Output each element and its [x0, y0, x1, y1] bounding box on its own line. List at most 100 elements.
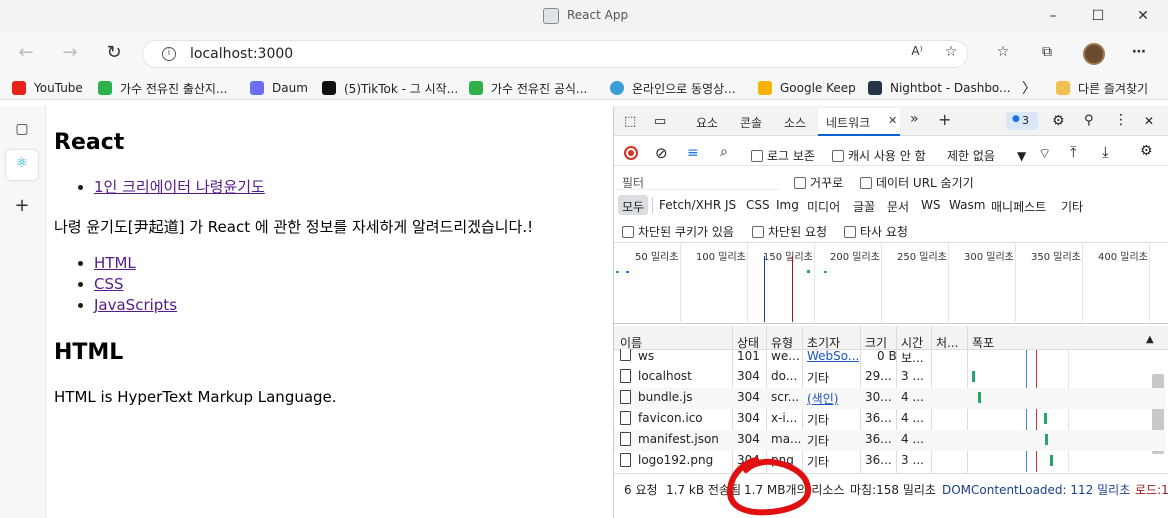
bookmark-google-keep[interactable]: Google Keep — [758, 79, 856, 97]
sort-up-icon[interactable]: ▲ — [1146, 334, 1154, 345]
import-har-icon[interactable]: ⤒ — [1070, 143, 1077, 161]
nightbot-icon — [868, 81, 882, 95]
close-tab-icon[interactable]: ✕ — [888, 114, 897, 127]
tab-console[interactable]: 콘솔 — [740, 114, 762, 131]
grid-line — [948, 242, 949, 322]
settings-gear-icon[interactable]: ⚙ — [1052, 113, 1065, 129]
bookmark-item[interactable]: 온라인으로 동영상... — [610, 79, 736, 97]
tab-network[interactable]: 네트워크 — [826, 114, 870, 131]
table-row[interactable]: logo192.png 304 png 기타 36... 3 ... — [614, 451, 1166, 472]
bookmark-item[interactable]: 가수 전유진 출산지... — [98, 79, 227, 97]
type-manifest[interactable]: 매니페스트 — [991, 198, 1046, 215]
forward-arrow-icon[interactable]: → — [58, 43, 82, 65]
bookmark-daum[interactable]: Daum — [250, 79, 308, 97]
type-media[interactable]: 미디어 — [807, 198, 840, 215]
back-arrow-icon[interactable]: ← — [14, 43, 38, 65]
cell-size: 29... — [865, 369, 892, 383]
type-css[interactable]: CSS — [746, 198, 770, 212]
bookmark-youtube[interactable]: YouTube — [12, 79, 83, 97]
refresh-icon[interactable]: ↻ — [102, 43, 126, 65]
list-item: JavaScripts — [94, 295, 177, 316]
type-doc[interactable]: 문서 — [887, 198, 909, 215]
close-window-button[interactable]: ✕ — [1133, 8, 1153, 24]
add-favorite-icon[interactable]: ☆ — [940, 44, 962, 64]
cell-size: 36... — [865, 411, 892, 425]
customize-icon[interactable]: ⚲ — [1084, 113, 1094, 128]
bookmark-item[interactable]: 가수 전유진 공식... — [469, 79, 587, 97]
table-header — [614, 326, 1168, 350]
cell-initiator-link[interactable]: WebSo... — [807, 349, 859, 363]
table-row[interactable]: ws 101 we... WebSo... 0 B 보... — [614, 349, 1166, 365]
read-aloud-icon[interactable]: A⁾ — [906, 44, 928, 64]
more-tabs-icon[interactable]: » — [910, 111, 919, 127]
add-tab-icon[interactable]: + — [938, 110, 951, 129]
type-font[interactable]: 글꼴 — [853, 198, 875, 215]
divider — [652, 197, 653, 213]
throttle-select[interactable]: 제한 없음 ▼ — [947, 147, 1026, 164]
type-wasm[interactable]: Wasm — [949, 198, 985, 212]
overview-bar — [616, 271, 619, 273]
type-fetch-xhr[interactable]: Fetch/XHR — [659, 198, 721, 212]
topic-link-list: HTML CSS JavaScripts — [94, 253, 177, 316]
type-other[interactable]: 기타 — [1061, 198, 1083, 215]
network-conditions-icon[interactable]: ⌔ — [1038, 145, 1051, 163]
tab-sources[interactable]: 소스 — [784, 114, 806, 131]
minimize-button[interactable]: – — [1043, 8, 1063, 24]
youtube-icon — [12, 81, 26, 95]
more-menu-icon[interactable]: ⋯ — [1128, 44, 1150, 64]
grid-line — [1082, 242, 1083, 322]
table-row[interactable]: favicon.ico 304 x-i... 기타 36... 4 ... — [614, 409, 1166, 430]
bookmarks-overflow-chevron-icon[interactable]: 〉 — [1022, 79, 1036, 97]
address-text[interactable]: localhost:3000 — [190, 46, 293, 62]
export-har-icon[interactable]: ⤓ — [1102, 143, 1109, 161]
table-row[interactable]: localhost 304 do... 기타 29... 3 ... — [614, 367, 1166, 388]
profile-avatar[interactable] — [1083, 43, 1105, 65]
disable-cache-checkbox[interactable]: 캐시 사용 안 함 — [832, 147, 926, 164]
cell-time: 보... — [901, 351, 924, 365]
html-link[interactable]: HTML — [94, 254, 136, 272]
maximize-button[interactable]: ☐ — [1088, 8, 1108, 24]
add-icon[interactable]: + — [12, 195, 32, 216]
cell-status: 101 — [737, 349, 760, 363]
collections-icon[interactable]: ⧉ — [1036, 44, 1058, 64]
search-icon[interactable]: ⌕ — [720, 144, 728, 160]
bookmark-nightbot[interactable]: Nightbot - Dashbo... — [868, 79, 1011, 97]
clear-icon[interactable]: ⊘ — [655, 144, 668, 162]
table-row[interactable]: manifest.json 304 ma... 기타 36... 4 ... — [614, 430, 1166, 451]
timeline-label: 250 밀리초 — [897, 252, 947, 263]
cell-initiator-link[interactable]: (색인) — [807, 390, 838, 407]
css-link[interactable]: CSS — [94, 275, 124, 293]
blocked-cookies-checkbox[interactable]: 차단된 쿠키가 있음 — [622, 223, 734, 240]
type-all[interactable]: 모두 — [622, 198, 644, 215]
type-ws[interactable]: WS — [921, 198, 940, 212]
cell-type: ma... — [771, 432, 802, 446]
devtools-more-icon[interactable]: ⋮ — [1114, 112, 1128, 128]
javascripts-link[interactable]: JavaScripts — [94, 296, 177, 314]
hide-data-urls-checkbox[interactable]: 데이터 URL 숨기기 — [860, 174, 974, 191]
tab-elements[interactable]: 요소 — [696, 114, 718, 131]
record-icon[interactable] — [624, 146, 638, 160]
bookmark-site-icon — [610, 81, 624, 95]
info-icon[interactable]: i — [162, 47, 176, 61]
type-img[interactable]: Img — [776, 198, 799, 212]
type-js[interactable]: JS — [725, 198, 736, 212]
network-settings-icon[interactable]: ⚙ — [1140, 143, 1153, 159]
tabs-icon[interactable]: ▢ — [12, 121, 32, 141]
invert-checkbox[interactable]: 거꾸로 — [794, 174, 843, 191]
grid-line — [747, 242, 748, 322]
bookmark-other-favorites[interactable]: 다른 즐겨찾기 — [1056, 79, 1148, 97]
creator-link[interactable]: 1인 크리에이터 나령윤기도 — [94, 178, 265, 196]
third-party-checkbox[interactable]: 타사 요청 — [844, 223, 908, 240]
preserve-log-checkbox[interactable]: 로그 보존 — [751, 147, 815, 164]
blocked-requests-checkbox[interactable]: 차단된 요청 — [752, 223, 827, 240]
cell-status: 304 — [737, 369, 760, 383]
filter-icon[interactable]: ≡ — [687, 145, 699, 161]
table-row[interactable]: bundle.js 304 scr... (색인) 30... 4 ... — [614, 388, 1166, 409]
inspect-element-icon[interactable]: ⬚ — [624, 114, 636, 129]
tiktok-icon — [322, 81, 336, 95]
close-devtools-icon[interactable]: ✕ — [1144, 114, 1154, 128]
device-toolbar-icon[interactable]: ▭ — [654, 114, 666, 129]
favorites-icon[interactable]: ☆ — [992, 44, 1014, 64]
bookmark-tiktok[interactable]: (5)TikTok - 그 시작... — [322, 79, 458, 97]
google-keep-icon — [758, 81, 772, 95]
